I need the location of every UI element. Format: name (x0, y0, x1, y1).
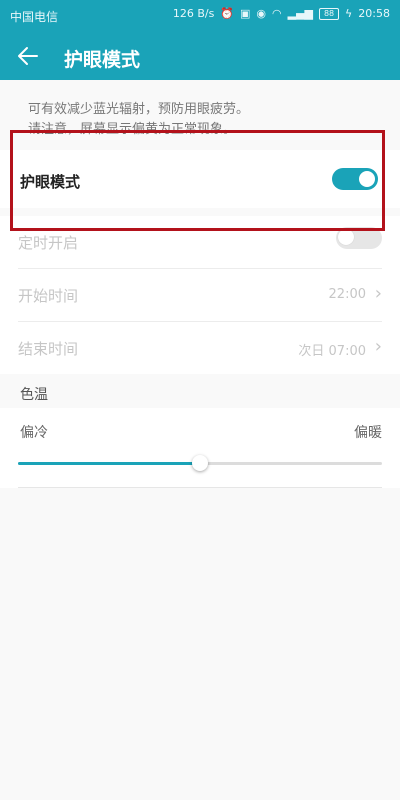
alarm-icon: ⏰ (220, 7, 235, 20)
clock: 20:58 (358, 7, 390, 20)
start-time-row[interactable]: 开始时间 22:00 › (18, 269, 382, 322)
slider-thumb[interactable] (192, 455, 208, 471)
hd-icon: ▣ (240, 7, 251, 20)
color-temp-header: 色温 (20, 387, 48, 403)
status-icons: 126 B/s ⏰ ▣ ◉ ◠ ▂▄▆ 88 ϟ 20:58 (173, 7, 390, 21)
warm-label: 偏暖 (354, 425, 382, 441)
eye-icon: ◉ (256, 7, 267, 20)
eye-care-row[interactable]: 护眼模式 (0, 150, 400, 208)
charging-icon: ϟ (345, 7, 353, 20)
back-button[interactable] (10, 38, 46, 74)
color-temp-slider[interactable] (18, 454, 382, 474)
description-line-2: 请注意，屏幕显示偏黄为正常现象。 (28, 122, 237, 137)
wifi-icon: ◠ (272, 7, 282, 20)
description-line-1: 可有效减少蓝光辐射，预防用眼疲劳。 (28, 102, 250, 117)
divider (18, 487, 382, 488)
network-speed: 126 B/s (172, 7, 215, 20)
end-time-value: 次日 07:00 (298, 344, 366, 359)
slider-fill (18, 462, 200, 465)
description: 可有效减少蓝光辐射，预防用眼疲劳。 请注意，屏幕显示偏黄为正常现象。 (28, 100, 378, 140)
page-title: 护眼模式 (64, 49, 141, 71)
color-temp-card: 偏冷 偏暖 (0, 408, 400, 488)
arrow-left-icon (18, 47, 38, 65)
schedule-list: 定时开启 开始时间 22:00 › 结束时间 次日 07:00 › (0, 216, 400, 374)
status-bar: 中国电信 126 B/s ⏰ ▣ ◉ ◠ ▂▄▆ 88 ϟ 20:58 (0, 0, 400, 32)
toggle-knob (359, 171, 375, 187)
cool-label: 偏冷 (20, 425, 48, 441)
start-time-label: 开始时间 (18, 287, 79, 305)
carrier-label: 中国电信 (10, 10, 59, 24)
schedule-toggle[interactable] (336, 227, 382, 249)
schedule-row[interactable]: 定时开启 (18, 216, 382, 269)
app-bar: 护眼模式 (0, 32, 400, 80)
start-time-value: 22:00 (328, 287, 366, 302)
eye-care-toggle[interactable] (332, 168, 378, 190)
end-time-row[interactable]: 结束时间 次日 07:00 › (18, 322, 382, 374)
chevron-right-icon: › (374, 283, 382, 304)
end-time-label: 结束时间 (18, 340, 79, 358)
chevron-right-icon: › (374, 336, 382, 357)
toggle-knob (338, 229, 354, 245)
battery-icon: 88 (319, 8, 340, 20)
eye-care-label: 护眼模式 (20, 173, 81, 191)
signal-icon: ▂▄▆ (287, 7, 314, 20)
schedule-label: 定时开启 (18, 234, 79, 252)
